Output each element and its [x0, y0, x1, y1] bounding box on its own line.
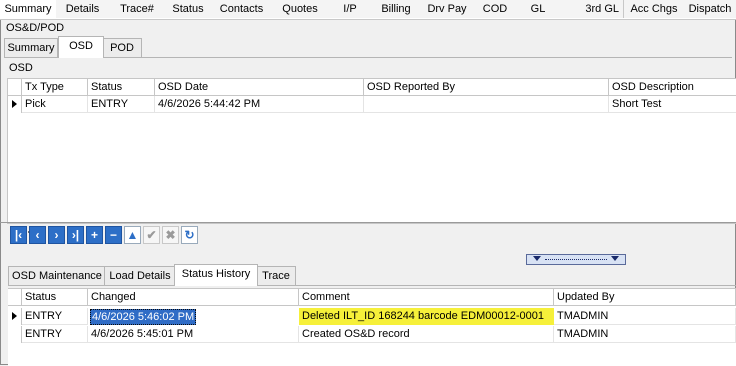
cell-changed-wrap[interactable]: 4/6/2026 5:46:02 PM	[88, 308, 299, 325]
divider	[8, 285, 736, 286]
prev-icon: ‹	[35, 228, 40, 242]
row-indicator	[8, 326, 22, 343]
col-header-changed[interactable]: Changed	[88, 289, 299, 306]
tab-summary[interactable]: Summary	[0, 0, 57, 18]
down-arrow-icon	[611, 256, 619, 261]
col-header-updated-by[interactable]: Updated By	[554, 289, 736, 306]
cell-osd-date[interactable]: 4/6/2026 5:44:42 PM	[155, 96, 364, 113]
tab-gl[interactable]: GL	[516, 0, 561, 18]
next-record-button[interactable]: ›	[48, 226, 65, 244]
cancel-record-button[interactable]: ✖	[162, 226, 179, 244]
post-record-button[interactable]: ✔	[143, 226, 160, 244]
last-icon: ›|	[71, 228, 80, 242]
tab-dispatch[interactable]: Dispatch	[684, 0, 736, 18]
first-icon: |‹	[14, 228, 23, 242]
status-history-grid[interactable]: Status Changed Comment Updated By ENTRY …	[8, 288, 736, 366]
subtab-osd[interactable]: OSD	[58, 36, 104, 58]
col-header-osd-description[interactable]: OSD Description	[609, 79, 736, 96]
tab-load-details[interactable]: Load Details	[104, 266, 176, 286]
edit-record-button[interactable]: ▲	[124, 226, 141, 244]
osd-group: OSD Tx Type Status OSD Date OSD Reported…	[7, 60, 736, 233]
cell-comment[interactable]: Deleted ILT_ID 168244 barcode EDM00012-0…	[299, 308, 554, 325]
divider	[4, 57, 732, 58]
tab-cod[interactable]: COD	[474, 0, 517, 18]
col-header-tx-type[interactable]: Tx Type	[22, 79, 88, 96]
cell-tx-type[interactable]: Pick	[22, 96, 88, 113]
row-indicator-header	[8, 289, 22, 306]
subtab-summary[interactable]: Summary	[4, 38, 58, 58]
tab-ip[interactable]: I/P	[328, 0, 373, 18]
tab-status-history[interactable]: Status History	[174, 264, 258, 286]
cell-updated-by[interactable]: TMADMIN	[554, 308, 736, 325]
next-icon: ›	[54, 228, 59, 242]
refresh-icon: ↻	[184, 228, 195, 242]
col-header-comment[interactable]: Comment	[299, 289, 554, 306]
cell-updated-by[interactable]: TMADMIN	[554, 326, 736, 343]
col-header-status[interactable]: Status	[88, 79, 155, 96]
panel-splitter[interactable]	[0, 222, 736, 223]
cancel-icon: ✖	[165, 228, 176, 242]
cell-comment-wrap[interactable]: Deleted ILT_ID 168244 barcode EDM00012-0…	[299, 308, 554, 325]
cell-status[interactable]: ENTRY	[22, 308, 88, 325]
current-row-icon	[12, 100, 17, 108]
row-indicator-header	[8, 79, 22, 96]
tab-drv-pay[interactable]: Drv Pay	[420, 0, 475, 18]
subtab-pod[interactable]: POD	[102, 38, 142, 58]
first-record-button[interactable]: |‹	[10, 226, 27, 244]
prior-record-button[interactable]: ‹	[29, 226, 46, 244]
delete-record-button[interactable]: −	[105, 226, 122, 244]
last-record-button[interactable]: ›|	[67, 226, 84, 244]
cell-status[interactable]: ENTRY	[22, 326, 88, 343]
col-header-osd-date[interactable]: OSD Date	[155, 79, 364, 96]
col-header-status[interactable]: Status	[22, 289, 88, 306]
tab-trace-number[interactable]: Trace#	[109, 0, 166, 18]
post-icon: ✔	[146, 228, 157, 242]
cell-reported-by[interactable]	[364, 96, 609, 113]
top-tab-bar: Summary Details Trace# Status Contacts Q…	[0, 0, 736, 20]
dotted-grip	[545, 259, 607, 260]
cell-changed[interactable]: 4/6/2026 5:45:01 PM	[88, 326, 299, 343]
osd-group-title: OSD	[9, 62, 33, 74]
section-label: OS&D/POD	[6, 22, 65, 34]
osd-grid[interactable]: Tx Type Status OSD Date OSD Reported By …	[7, 78, 736, 233]
current-row-icon	[12, 312, 17, 320]
cell-status[interactable]: ENTRY	[88, 96, 155, 113]
edit-icon: ▲	[126, 228, 139, 242]
tab-quotes[interactable]: Quotes	[272, 0, 329, 18]
tab-contacts[interactable]: Contacts	[211, 0, 273, 18]
panel-collapse-control[interactable]	[526, 254, 626, 265]
tab-acc-chgs[interactable]: Acc Chgs	[624, 0, 685, 18]
tab-details[interactable]: Details	[56, 0, 110, 18]
cell-changed[interactable]: 4/6/2026 5:46:02 PM	[90, 309, 197, 325]
cell-osd-description[interactable]: Short Test	[609, 96, 736, 113]
refresh-button[interactable]: ↻	[181, 226, 198, 244]
cell-comment[interactable]: Created OS&D record	[299, 326, 554, 343]
add-icon: +	[90, 228, 98, 242]
row-indicator	[8, 308, 22, 325]
tab-osd-maintenance[interactable]: OSD Maintenance	[8, 266, 106, 286]
delete-icon: −	[109, 228, 117, 242]
row-indicator	[8, 96, 22, 113]
insert-record-button[interactable]: +	[86, 226, 103, 244]
tab-3rd-gl[interactable]: 3rd GL	[560, 0, 624, 18]
tab-status[interactable]: Status	[165, 0, 212, 18]
tab-trace[interactable]: Trace	[256, 266, 296, 286]
col-header-osd-reported-by[interactable]: OSD Reported By	[364, 79, 609, 96]
down-arrow-icon	[533, 256, 541, 261]
tab-billing[interactable]: Billing	[372, 0, 421, 18]
